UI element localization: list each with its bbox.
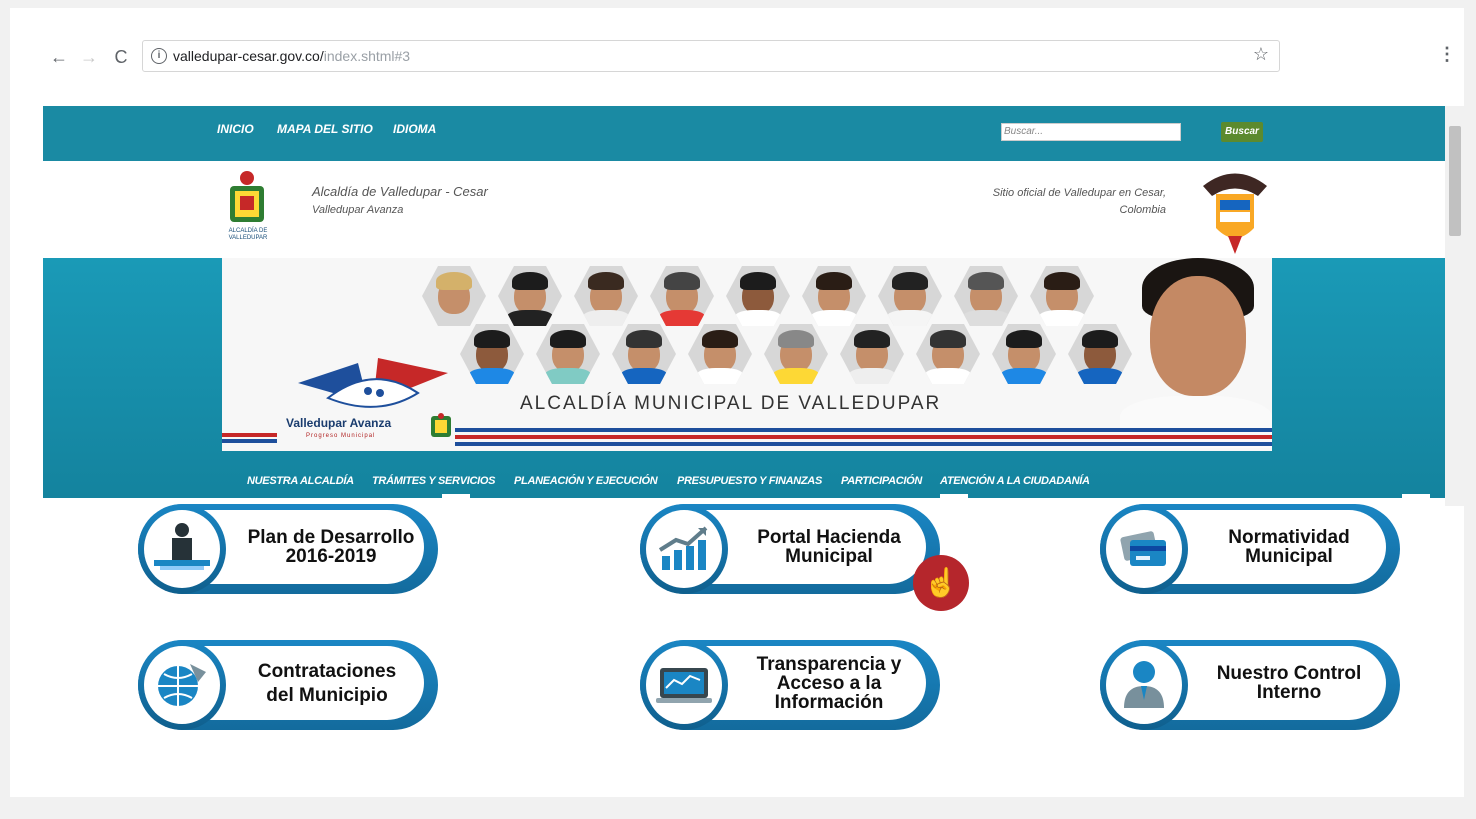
- portrait-2: [498, 266, 562, 326]
- menu-tab-marker: [1402, 494, 1430, 498]
- portrait-10: [460, 324, 524, 384]
- normatividad-button[interactable]: Normatividad Municipal: [1100, 504, 1400, 594]
- portrait-6: [802, 266, 866, 326]
- site-title-line1: Alcaldía de Valledupar - Cesar: [312, 184, 488, 199]
- crest-caption: ALCALDÍA DE VALLEDUPAR: [228, 228, 268, 241]
- site-title-line2: Valledupar Avanza: [312, 204, 404, 216]
- portrait-1: [422, 266, 486, 326]
- slogan-subtitle: Progreso Municipal: [306, 433, 376, 439]
- address-bar[interactable]: i valledupar-cesar.gov.co/index.shtml#3 …: [142, 40, 1280, 72]
- site-topbar: INICIO MAPA DEL SITIO IDIOMA Buscar... B…: [43, 106, 1445, 161]
- browser-window: ← → C i valledupar-cesar.gov.co/index.sh…: [10, 8, 1464, 797]
- portrait-17: [992, 324, 1056, 384]
- info-icon[interactable]: i: [151, 48, 167, 64]
- growth-chart-icon: [658, 526, 708, 570]
- slogan: Valledupar Avanza: [286, 416, 392, 430]
- menu-nuestra-alcaldia[interactable]: NUESTRA ALCALDÍA: [247, 475, 354, 487]
- transparencia-button[interactable]: Transparencia y Acceso a la Información: [640, 640, 940, 730]
- portrait-12: [612, 324, 676, 384]
- portrait-7: [878, 266, 942, 326]
- control-interno-button[interactable]: Nuestro Control Interno: [1100, 640, 1400, 730]
- globe-icon: [158, 664, 206, 706]
- search-input[interactable]: Buscar...: [1001, 123, 1181, 141]
- portal-hacienda-button[interactable]: Portal Hacienda Municipal: [640, 504, 940, 594]
- plan-desarrollo-button[interactable]: Plan de Desarrollo 2016-2019: [138, 504, 438, 594]
- portrait-14: [764, 324, 828, 384]
- portal-hacienda-label: Portal Hacienda Municipal: [757, 527, 901, 567]
- search-button[interactable]: Buscar: [1221, 122, 1263, 142]
- flag-stripe-blue: [455, 428, 1272, 432]
- small-crest-icon: [431, 413, 451, 437]
- topnav-mapa-del-sitio[interactable]: MAPA DEL SITIO: [277, 122, 373, 136]
- back-arrow-icon[interactable]: ←: [48, 46, 70, 68]
- topnav-idioma[interactable]: IDIOMA: [393, 122, 436, 136]
- portrait-5: [726, 266, 790, 326]
- menu-tramites-servicios[interactable]: TRÁMITES Y SERVICIOS: [372, 475, 495, 487]
- portrait-11: [536, 324, 600, 384]
- user-icon: [1124, 661, 1164, 708]
- browser-toolbar: ← → C i valledupar-cesar.gov.co/index.sh…: [10, 8, 1464, 106]
- portrait-8: [954, 266, 1018, 326]
- hand-cursor-icon: ☝: [913, 555, 969, 611]
- flag-stripe-red: [455, 435, 1272, 439]
- contrataciones-label: Contrataciones del Municipio: [257, 660, 397, 706]
- menu-planeacion-ejecucion[interactable]: PLANEACIÓN Y EJECUCIÓN: [514, 475, 658, 487]
- portrait-16: [916, 324, 980, 384]
- portrait-15: [840, 324, 904, 384]
- site-tagline: Sitio oficial de Valledupar en Cesar, Co…: [940, 185, 1166, 219]
- menu-kebab-icon[interactable]: ⋮: [1438, 44, 1456, 65]
- mayor-portrait: [1150, 276, 1246, 396]
- url-text: valledupar-cesar.gov.co/index.shtml#3: [173, 48, 411, 64]
- reload-icon[interactable]: C: [110, 46, 132, 68]
- normatividad-label: Normatividad Municipal: [1228, 527, 1350, 567]
- menu-atencion-ciudadania[interactable]: ATENCIÓN A LA CIUDADANÍA: [940, 475, 1090, 487]
- menu-participacion[interactable]: PARTICIPACIÓN: [841, 475, 922, 487]
- banner-title: ALCALDÍA MUNICIPAL DE VALLEDUPAR: [520, 393, 942, 414]
- monitor-chart-icon: [656, 668, 712, 703]
- menu-tab-marker: [940, 494, 968, 498]
- site-tagline-line1: Sitio oficial de Valledupar en Cesar,: [992, 187, 1166, 199]
- contrataciones-button[interactable]: Contrataciones del Municipio: [138, 640, 438, 730]
- portrait-4: [650, 266, 714, 326]
- national-coat-of-arms-icon: [1203, 173, 1267, 254]
- site-title: Alcaldía de Valledupar - Cesar Valledupa…: [312, 182, 488, 220]
- bookmark-star-icon[interactable]: ☆: [1253, 44, 1269, 65]
- plan-desarrollo-label: Plan de Desarrollo 2016-2019: [247, 527, 415, 567]
- portrait-3: [574, 266, 638, 326]
- scrollbar-thumb[interactable]: [1449, 126, 1461, 236]
- mayor-portrait-shirt: [1120, 396, 1272, 448]
- cards-icon: [1120, 531, 1166, 566]
- portrait-9: [1030, 266, 1094, 326]
- flag-stripe-blue-bottom: [455, 442, 1272, 446]
- portrait-13: [688, 324, 752, 384]
- presenter-icon: [154, 523, 210, 570]
- forward-arrow-icon[interactable]: →: [78, 46, 100, 68]
- menu-tab-marker: [442, 494, 470, 498]
- topnav-inicio[interactable]: INICIO: [217, 122, 254, 136]
- flag-stripe-blue-left: [222, 439, 277, 443]
- portrait-18: [1068, 324, 1132, 384]
- control-interno-label: Nuestro Control Interno: [1216, 663, 1362, 703]
- flag-stripe-red-left: [222, 433, 277, 437]
- transparencia-label: Transparencia y Acceso a la Información: [756, 653, 902, 713]
- menu-presupuesto-finanzas[interactable]: PRESUPUESTO Y FINANZAS: [677, 475, 822, 487]
- site-tagline-line2: Colombia: [1119, 204, 1166, 216]
